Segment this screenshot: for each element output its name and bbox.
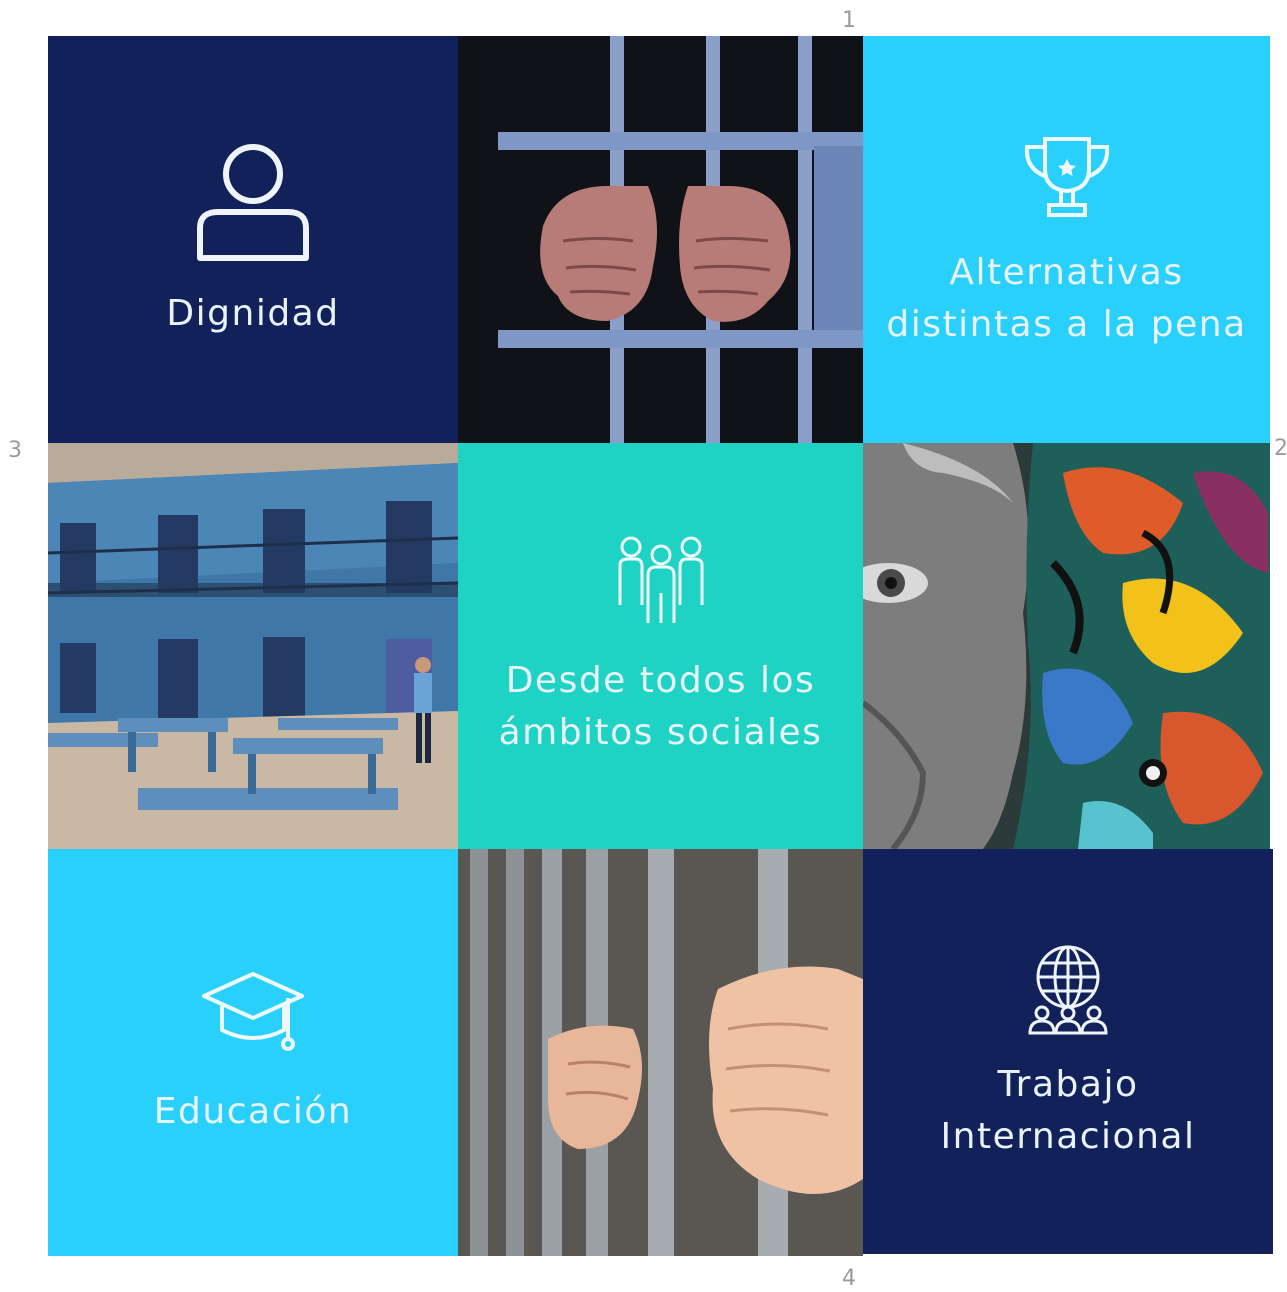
prison-courtyard-illustration <box>48 443 458 849</box>
person-icon <box>197 143 309 261</box>
group-icon <box>618 536 703 623</box>
marker-1: 1 <box>842 8 856 33</box>
tile-educacion-label: Educación <box>153 1090 353 1132</box>
tile-trabajo[interactable]: Trabajo Internacional <box>863 849 1273 1254</box>
hands-gripping-bars-photo <box>458 849 863 1256</box>
tile-social-label: Desde todos los ámbitos sociales <box>498 660 823 753</box>
marker-4: 4 <box>842 1266 856 1291</box>
marker-3: 3 <box>8 438 22 463</box>
marker-2: 2 <box>1274 436 1287 461</box>
tile-trabajo-label: Trabajo Internacional <box>940 1063 1196 1157</box>
globe-people-icon <box>1028 945 1108 1034</box>
tile-dignidad[interactable]: Dignidad <box>48 36 458 443</box>
trophy-icon <box>1024 136 1109 217</box>
tile-dignidad-label: Dignidad <box>166 292 340 334</box>
graffiti-face-mural <box>863 443 1270 849</box>
tile-social[interactable]: Desde todos los ámbitos sociales <box>458 443 863 849</box>
graduation-cap-icon <box>202 971 304 1051</box>
tile-educacion[interactable]: Educación <box>48 849 458 1256</box>
hands-behind-bars-photo <box>458 36 863 443</box>
tile-alternativas-label: Alternativas distintas a la pena <box>886 251 1247 345</box>
tile-alternativas[interactable]: Alternativas distintas a la pena <box>863 36 1270 443</box>
